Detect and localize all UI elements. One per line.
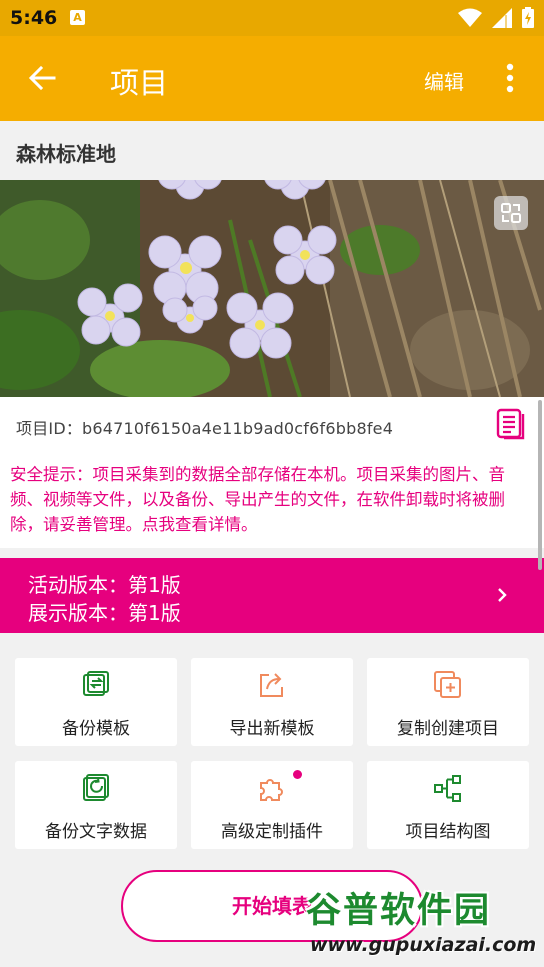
project-id: 项目ID：b64710f6150a4e11b9ad0cf6f6bb8fe4 (16, 419, 394, 438)
copy-document-icon[interactable] (496, 408, 526, 440)
safety-notice[interactable]: 安全提示：项目采集到的数据全部存储在本机。项目采集的图片、音频、视频等文件，以及… (0, 451, 544, 548)
chevron-right-icon (498, 588, 507, 602)
new-badge-dot (293, 770, 302, 779)
action-label: 高级定制插件 (221, 822, 323, 842)
watermark-url: www.gupuxiazai.com (310, 934, 537, 956)
status-time: 5:46 (10, 7, 58, 29)
edit-button[interactable]: 编辑 (424, 66, 464, 95)
signal-icon (492, 7, 512, 28)
action-label: 备份文字数据 (45, 822, 147, 842)
app-bar: 项目 编辑 (0, 36, 544, 121)
display-version: 展示版本：第1版 (28, 601, 181, 625)
back-arrow-icon[interactable] (26, 62, 58, 94)
active-version: 活动版本：第1版 (28, 573, 181, 597)
structure-diagram-icon (434, 775, 461, 802)
watermark: 谷普软件园 www.gupuxiazai.com (300, 882, 544, 967)
scan-image-button[interactable] (494, 196, 528, 230)
puzzle-plugin-icon (260, 779, 283, 801)
backup-text-icon (83, 774, 109, 801)
action-label: 复制创建项目 (397, 719, 499, 739)
action-label: 导出新模板 (229, 719, 315, 739)
advanced-plugin-card[interactable]: 高级定制插件 (191, 761, 353, 849)
project-id-row: 项目ID：b64710f6150a4e11b9ad0cf6f6bb8fe4 (0, 397, 544, 451)
backup-text-card[interactable]: 备份文字数据 (15, 761, 177, 849)
scrollbar[interactable] (538, 400, 542, 570)
wifi-icon (458, 8, 482, 27)
notification-icon: A (70, 10, 85, 25)
copy-create-card[interactable]: 复制创建项目 (367, 658, 529, 746)
backup-template-icon (83, 671, 109, 696)
version-bar[interactable]: 活动版本：第1版 展示版本：第1版 (0, 558, 544, 633)
project-photo[interactable] (0, 180, 544, 397)
flower-image (0, 180, 544, 397)
export-share-icon (260, 673, 283, 697)
structure-diagram-card[interactable]: 项目结构图 (367, 761, 529, 849)
copy-create-icon (434, 671, 461, 698)
watermark-cn: 谷普软件园 (306, 891, 492, 931)
system-icons (458, 7, 534, 28)
project-name: 森林标准地 (16, 142, 116, 166)
export-template-card[interactable]: 导出新模板 (191, 658, 353, 746)
action-label: 项目结构图 (405, 822, 491, 842)
backup-template-card[interactable]: 备份模板 (15, 658, 177, 746)
page-title: 项目 (110, 66, 169, 100)
project-name-row: 森林标准地 (0, 121, 544, 180)
scan-icon (501, 203, 521, 223)
action-label: 备份模板 (62, 719, 130, 739)
more-vert-icon[interactable] (500, 62, 520, 94)
battery-icon (522, 7, 534, 28)
status-bar: 5:46 A (0, 0, 544, 36)
